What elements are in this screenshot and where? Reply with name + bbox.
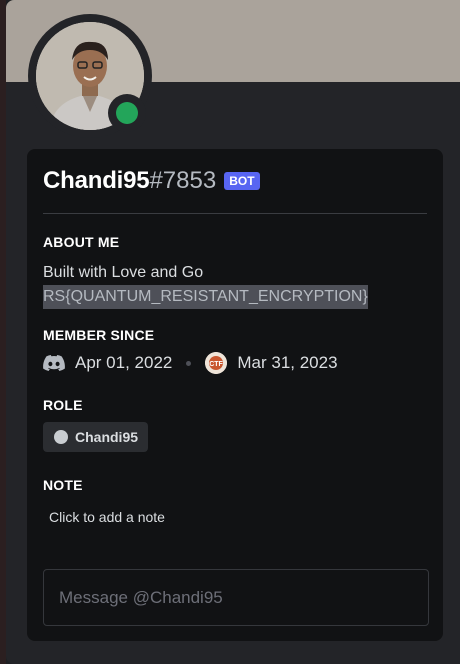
- member-since-row: Apr 01, 2022 CTF Mar 31, 2023: [43, 352, 338, 374]
- role-color-icon: [54, 430, 68, 444]
- name-row: Chandi95 #7853 BOT: [43, 167, 260, 195]
- svg-text:CTF: CTF: [210, 361, 224, 368]
- about-me-text: Built with Love and Go RS{QUANTUM_RESIST…: [43, 261, 368, 309]
- about-me-title: ABOUT ME: [43, 234, 120, 250]
- discord-join-date: Apr 01, 2022: [75, 353, 173, 372]
- status-ring: [108, 94, 146, 132]
- server-icon: CTF: [205, 352, 228, 374]
- bot-tag: BOT: [224, 172, 260, 190]
- about-line-2: RS{QUANTUM_RESISTANT_ENCRYPTION}: [43, 285, 368, 309]
- profile-card: Chandi95 #7853 BOT ABOUT ME Built with L…: [27, 149, 443, 641]
- online-status-icon: [116, 102, 138, 124]
- divider: [43, 213, 427, 214]
- separator-dot: [186, 360, 192, 366]
- note-field[interactable]: Click to add a note: [49, 509, 165, 525]
- discriminator[interactable]: #7853: [149, 167, 216, 195]
- discord-logo-icon: [43, 352, 65, 374]
- message-box: [43, 569, 429, 626]
- about-line-1: Built with Love and Go: [43, 264, 204, 281]
- username[interactable]: Chandi95: [43, 167, 150, 195]
- note-title: NOTE: [43, 477, 83, 493]
- server-join-date: Mar 31, 2023: [237, 353, 338, 372]
- user-profile-popout: Chandi95 #7853 BOT ABOUT ME Built with L…: [6, 0, 460, 664]
- member-since-title: MEMBER SINCE: [43, 327, 155, 343]
- message-input[interactable]: [44, 570, 428, 625]
- avatar-ring: [28, 14, 152, 138]
- role-pill[interactable]: Chandi95: [43, 422, 149, 452]
- role-title: ROLE: [43, 397, 83, 413]
- role-name: Chandi95: [75, 429, 139, 445]
